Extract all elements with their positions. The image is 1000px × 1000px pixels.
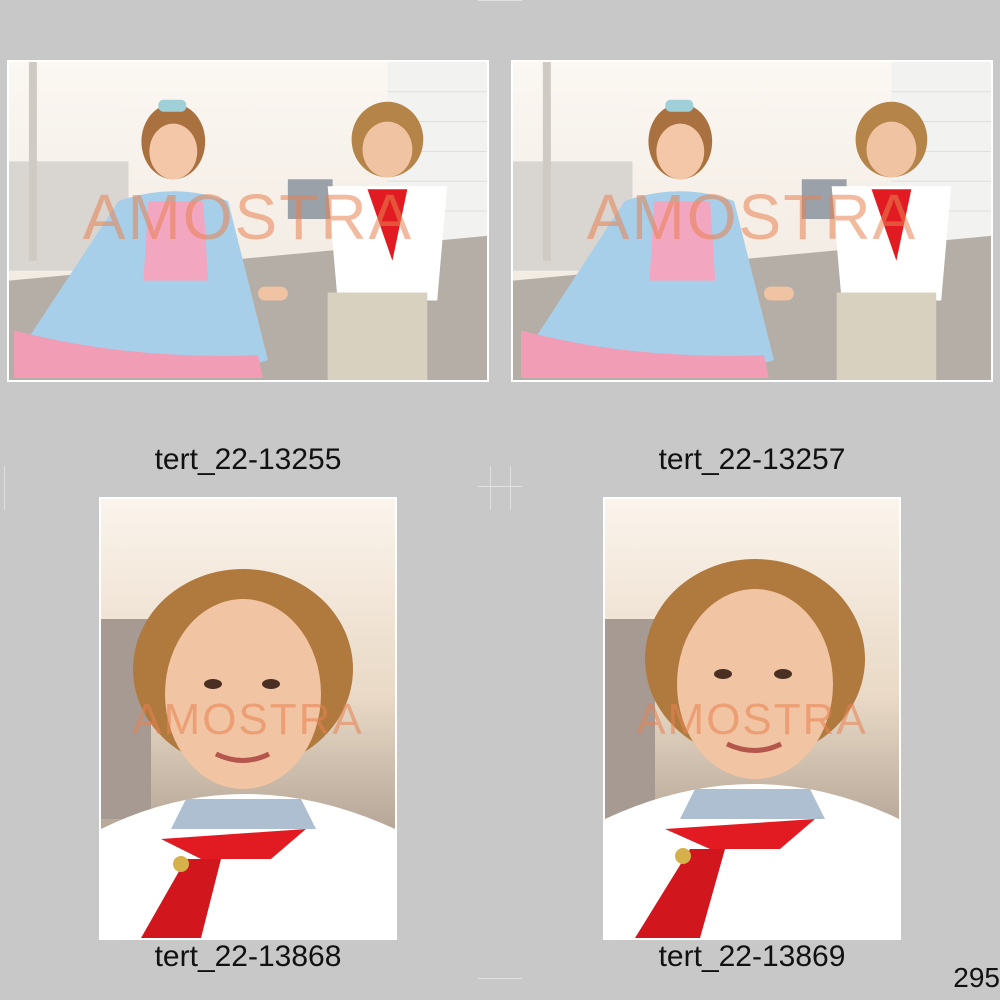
crop-mark	[478, 486, 522, 487]
crop-mark	[4, 466, 5, 510]
photo-thumbnail[interactable]: AMOSTRA	[511, 60, 993, 382]
photo-caption: tert_22-13868	[154, 940, 342, 973]
page-number: 295	[953, 962, 1000, 993]
crop-mark	[510, 466, 511, 510]
photo-caption: tert_22-13255	[154, 443, 342, 476]
crop-mark	[478, 978, 522, 979]
photo-caption: tert_22-13869	[658, 940, 846, 973]
photo-thumbnail[interactable]: AMOSTRA	[7, 60, 489, 382]
photo-image: AMOSTRA	[605, 499, 899, 938]
photo-image: AMOSTRA	[513, 62, 991, 380]
photo-thumbnail[interactable]: AMOSTRA	[603, 497, 901, 940]
photo-thumbnail[interactable]: AMOSTRA	[99, 497, 397, 940]
crop-mark	[490, 466, 491, 510]
photo-image: AMOSTRA	[101, 499, 395, 938]
photo-caption: tert_22-13257	[658, 443, 846, 476]
crop-mark	[478, 0, 522, 1]
photo-image: AMOSTRA	[9, 62, 487, 380]
